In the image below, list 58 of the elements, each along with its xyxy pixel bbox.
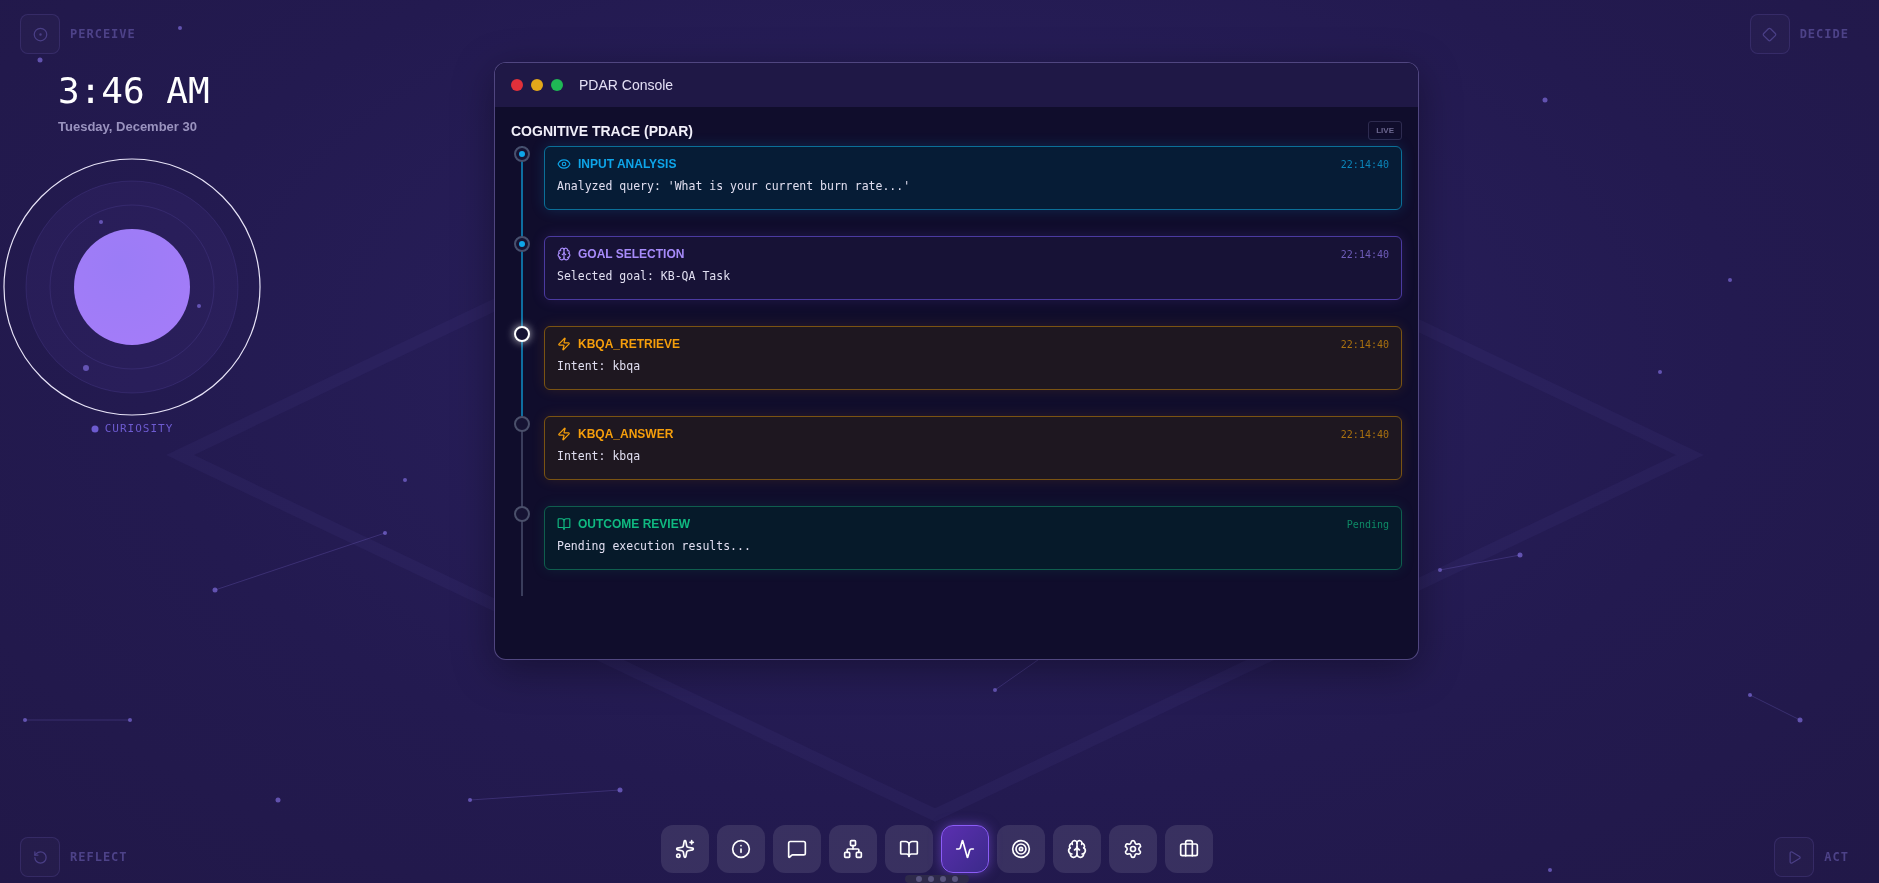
step-text: Selected goal: KB-QA Task (557, 269, 732, 283)
book-icon (898, 839, 919, 859)
step-text: Pending execution results... (557, 539, 752, 553)
eye-icon (557, 157, 571, 171)
step-time: 22:14:40 (1340, 428, 1389, 440)
briefcase-icon (1178, 839, 1199, 859)
lightning-icon (557, 427, 571, 441)
corner-label: DECIDE (1799, 27, 1849, 41)
corner-label: PERCEIVE (70, 27, 136, 41)
step-title: OUTCOME REVIEW (578, 517, 690, 531)
hierarchy-icon (842, 839, 863, 859)
step-title: KBQA_RETRIEVE (578, 337, 681, 351)
sparkles-icon (674, 839, 695, 859)
play-icon (1774, 837, 1815, 877)
dot-icon (90, 424, 99, 433)
step-title: INPUT ANALYSIS (578, 157, 677, 171)
step-time: Pending (1346, 518, 1389, 530)
window-title: PDAR Console (579, 77, 674, 93)
book-icon (557, 517, 571, 531)
step-title: GOAL SELECTION (578, 247, 685, 261)
target-icon (1010, 839, 1031, 859)
dock-button[interactable] (1164, 825, 1213, 873)
pulse-icon (954, 839, 975, 859)
step-text: Intent: kbqa (557, 449, 642, 463)
lightning-icon (557, 337, 571, 351)
dock-button[interactable] (772, 825, 821, 873)
brain-icon (557, 247, 571, 261)
clock-date: Tuesday, December 30 (58, 119, 198, 134)
info-icon (730, 839, 751, 859)
minimize-button[interactable] (531, 79, 543, 91)
chat-icon (786, 839, 807, 859)
settings-icon (1122, 839, 1143, 859)
dock-button[interactable] (716, 825, 765, 873)
pager-dots-icon (904, 875, 969, 883)
dock-button[interactable] (1108, 825, 1157, 873)
step-time: 22:14:40 (1340, 158, 1389, 170)
trace-heading: COGNITIVE TRACE (PDAR) (511, 122, 693, 139)
corner-label: REFLECT (70, 850, 128, 864)
dock-button[interactable] (660, 825, 709, 873)
dock-button[interactable] (828, 825, 877, 873)
step-text: Analyzed query: 'What is your current burn rate...' (557, 179, 912, 193)
step-time: 22:14:40 (1340, 248, 1389, 260)
orb-label: CURIOSITY (104, 422, 174, 435)
step-text: Intent: kbqa (557, 359, 642, 373)
dock-button[interactable] (996, 825, 1045, 873)
step-title: KBQA_ANSWER (578, 427, 674, 441)
maximize-button[interactable] (551, 79, 563, 91)
step-time: 22:14:40 (1340, 338, 1389, 350)
corner-label: ACT (1824, 850, 1849, 864)
close-button[interactable] (511, 79, 523, 91)
clock-time: 3:46 AM (58, 70, 211, 111)
rotate-icon (20, 837, 60, 877)
dock-button[interactable] (1052, 825, 1101, 873)
target-icon (20, 14, 60, 54)
dock-button[interactable] (940, 825, 989, 873)
brain-icon (1066, 839, 1087, 859)
dock-button[interactable] (884, 825, 933, 873)
live-badge: LIVE (1368, 121, 1402, 140)
